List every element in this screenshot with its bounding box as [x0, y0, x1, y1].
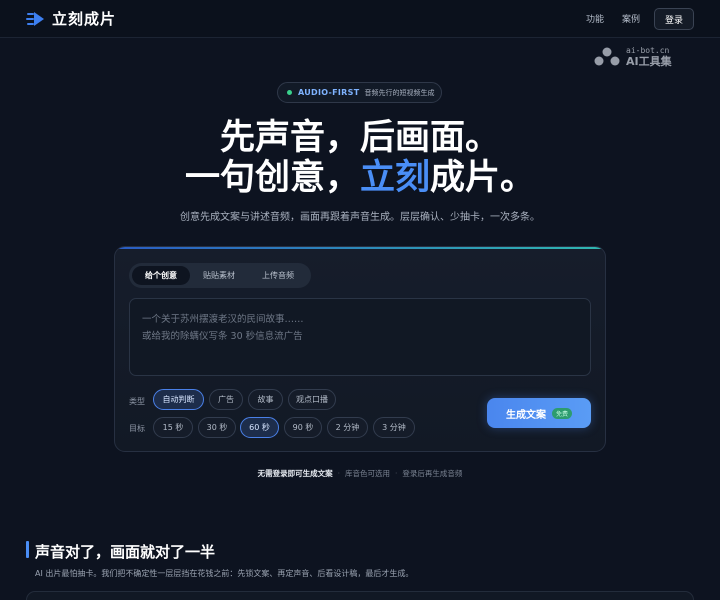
- duration-chip-90s[interactable]: 90 秒: [284, 417, 322, 438]
- create-card: 给个创意 贴贴素材 上传音频 一个关于苏州摆渡老汉的民间故事…… 或给我的除螨仪…: [114, 246, 606, 452]
- duration-chip-60s[interactable]: 60 秒: [240, 417, 279, 438]
- audio-first-badge: AUDIO-FIRST 音频先行的短视频生成: [277, 82, 442, 103]
- placeholder-line-2: 或给我的除螨仪写条 30 秒信息流广告: [142, 331, 303, 342]
- nav-link-cases[interactable]: 案例: [622, 12, 640, 25]
- generate-copy-button[interactable]: 生成文案 免费: [487, 398, 591, 428]
- card-top-glow: [115, 247, 605, 249]
- hero-line2-after: 成片。: [430, 158, 536, 198]
- section-title: 声音对了，画面就对了一半: [35, 543, 216, 561]
- hero-title-line1: 先声音，后画面。: [219, 118, 500, 158]
- note-no-login: 无需登录即可生成文案: [257, 469, 333, 478]
- tab-idea[interactable]: 给个创意: [132, 266, 190, 285]
- hero-line2-accent: 立刻: [359, 158, 430, 198]
- input-mode-tabs: 给个创意 贴贴素材 上传音频: [129, 263, 311, 288]
- type-chip-opinion[interactable]: 观点口播: [288, 389, 336, 410]
- watermark-url: ai-bot.cn: [626, 46, 670, 55]
- duration-chip-2min[interactable]: 2 分钟: [327, 417, 368, 438]
- watermark: ai-bot.cn AI工具集: [592, 46, 672, 68]
- brand-name: 立刻成片: [52, 10, 117, 28]
- nav-link-features[interactable]: 功能: [586, 12, 604, 25]
- type-chip-ad[interactable]: 广告: [209, 389, 243, 410]
- badge-label-zh: 音频先行的短视频生成: [364, 88, 435, 97]
- section-subtitle: AI 出片最怕抽卡。我们把不确定性一层层挡在花钱之前：先锁文案、再定声音、后看设…: [35, 569, 414, 578]
- tab-paste-material[interactable]: 贴贴素材: [190, 266, 248, 285]
- login-button[interactable]: 登录: [654, 8, 694, 30]
- duration-label: 目标: [129, 424, 145, 433]
- hero-title-line2: 一句创意，立刻成片。: [0, 158, 720, 198]
- watermark-name: AI工具集: [626, 55, 672, 68]
- hero-subtitle: 创意先成文案与讲述音频，画面再跟着声音生成。层层确认、少抽卡，一次多条。: [180, 212, 540, 223]
- section-accent-bar: [26, 541, 29, 558]
- note-voice-library: 库音色可选用: [345, 469, 390, 478]
- type-label: 类型: [129, 397, 145, 406]
- idea-textarea[interactable]: 一个关于苏州摆渡老汉的民间故事…… 或给我的除螨仪写条 30 秒信息流广告: [129, 298, 591, 376]
- usage-note: 无需登录即可生成文案 · 库音色可选用 · 登录后再生成音频: [257, 469, 463, 478]
- status-dot: [287, 90, 292, 95]
- duration-chip-3min[interactable]: 3 分钟: [373, 417, 415, 438]
- brand-logo[interactable]: 立刻成片: [26, 8, 116, 29]
- play-logo-icon: [26, 11, 44, 26]
- note-login-audio: 登录后再生成音频: [402, 469, 463, 478]
- badge-label-en: AUDIO-FIRST: [298, 88, 360, 97]
- tab-upload-audio[interactable]: 上传音频: [248, 266, 308, 285]
- duration-chip-15s[interactable]: 15 秒: [153, 417, 193, 438]
- type-chip-story[interactable]: 故事: [248, 389, 283, 410]
- watermark-logo-icon: [594, 47, 620, 66]
- type-chip-auto[interactable]: 自动判断: [153, 389, 204, 410]
- placeholder-line-1: 一个关于苏州摆渡老汉的民间故事……: [142, 314, 304, 325]
- free-badge: 免费: [551, 407, 572, 419]
- hero-line2-before: 一句创意，: [184, 158, 360, 198]
- top-nav: 立刻成片 功能 案例 登录: [0, 0, 720, 38]
- duration-chip-30s[interactable]: 30 秒: [198, 417, 236, 438]
- generate-label: 生成文案: [505, 409, 546, 421]
- workflow-panel: [26, 591, 694, 600]
